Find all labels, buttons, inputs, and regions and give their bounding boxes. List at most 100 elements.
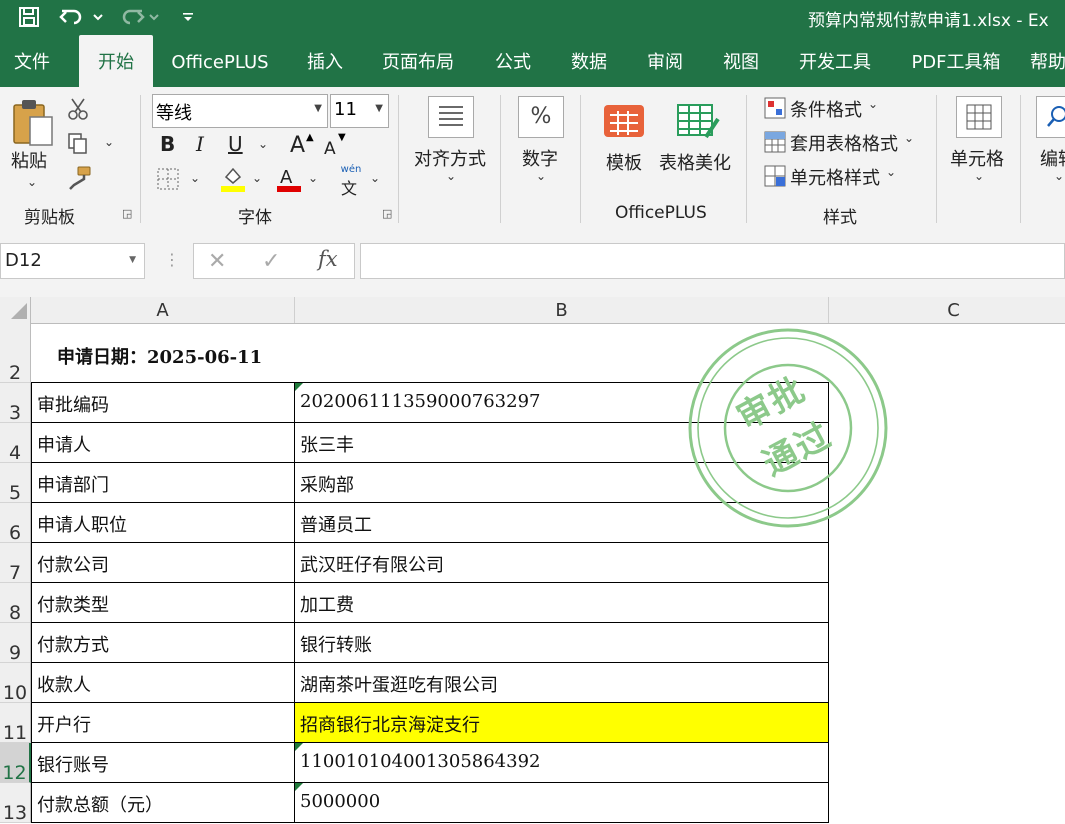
- cancel-icon[interactable]: ✕: [208, 249, 226, 274]
- underline-button[interactable]: U: [228, 132, 243, 156]
- row-header[interactable]: 2: [0, 323, 31, 384]
- tab-officeplus[interactable]: OfficePLUS: [160, 35, 280, 87]
- column-header-c[interactable]: C: [829, 297, 1065, 323]
- font-name-select[interactable]: 等线 ▼: [152, 94, 328, 128]
- row-header[interactable]: 4: [0, 423, 31, 464]
- drag-handle-icon[interactable]: ⋮: [164, 250, 180, 269]
- cells-icon[interactable]: [956, 96, 1002, 138]
- tab-developer[interactable]: 开发工具: [786, 35, 884, 87]
- font-color-dropdown-icon[interactable]: ⌄: [308, 171, 318, 185]
- decrease-font-button[interactable]: A: [324, 139, 336, 159]
- redo-icon[interactable]: [114, 5, 164, 29]
- cell-value[interactable]: 5000000: [295, 783, 829, 823]
- row-header[interactable]: 13: [0, 783, 31, 824]
- row-header[interactable]: 12: [0, 743, 31, 784]
- tab-view[interactable]: 视图: [708, 35, 774, 87]
- cell-value[interactable]: 银行转账: [295, 623, 829, 663]
- enter-icon[interactable]: ✓: [262, 249, 280, 274]
- table-beautify-button[interactable]: 表格美化: [659, 149, 731, 175]
- cell-label[interactable]: 申请人职位: [31, 503, 295, 543]
- tab-page-layout[interactable]: 页面布局: [372, 35, 464, 87]
- tab-review[interactable]: 审阅: [632, 35, 698, 87]
- number-dropdown-icon[interactable]: ⌄: [536, 169, 546, 183]
- phonetic-dropdown-icon[interactable]: ⌄: [370, 171, 380, 185]
- cut-icon[interactable]: [66, 97, 90, 121]
- cell-label[interactable]: 审批编码: [31, 383, 295, 423]
- cell-value[interactable]: 110010104001305864392: [295, 743, 829, 783]
- insert-function-icon[interactable]: fx: [318, 247, 338, 271]
- cell-label[interactable]: 申请人: [31, 423, 295, 463]
- row-header[interactable]: 8: [0, 583, 31, 624]
- select-all-button[interactable]: [0, 297, 31, 323]
- tab-insert[interactable]: 插入: [290, 35, 360, 87]
- font-color-icon[interactable]: A: [276, 165, 302, 193]
- clipboard-launcher-icon[interactable]: ◲: [122, 208, 134, 220]
- save-icon[interactable]: [14, 5, 44, 29]
- search-icon[interactable]: [1036, 96, 1065, 138]
- paste-button[interactable]: 粘贴: [11, 147, 47, 173]
- tab-data[interactable]: 数据: [556, 35, 622, 87]
- number-format-icon[interactable]: %: [518, 96, 564, 138]
- column-header-b[interactable]: B: [295, 297, 829, 323]
- format-as-table-button[interactable]: 套用表格格式: [790, 130, 898, 156]
- copy-dropdown-icon[interactable]: ⌄: [104, 135, 114, 149]
- alignment-button[interactable]: 对齐方式: [414, 145, 486, 171]
- row-header[interactable]: 11: [0, 703, 31, 744]
- row-header[interactable]: 3: [0, 383, 31, 424]
- copy-icon[interactable]: [66, 131, 90, 155]
- name-box[interactable]: D12 ▼: [0, 243, 145, 279]
- editing-button[interactable]: 编辑: [1040, 145, 1065, 171]
- bold-button[interactable]: B: [160, 132, 175, 156]
- cell-label[interactable]: 申请部门: [31, 463, 295, 503]
- formula-input[interactable]: [360, 243, 1065, 279]
- tab-formulas[interactable]: 公式: [480, 35, 546, 87]
- increase-font-button[interactable]: A: [290, 133, 305, 158]
- cell-styles-dropdown-icon[interactable]: ⌄: [886, 165, 896, 179]
- tab-pdf-tools[interactable]: PDF工具箱: [900, 35, 1012, 87]
- paste-icon[interactable]: [10, 97, 58, 147]
- cell-value[interactable]: 加工费: [295, 583, 829, 623]
- cells-button[interactable]: 单元格: [950, 145, 1004, 171]
- format-as-table-dropdown-icon[interactable]: ⌄: [904, 131, 914, 145]
- template-button[interactable]: 模板: [606, 149, 642, 175]
- tab-file[interactable]: 文件: [0, 35, 64, 87]
- cell-styles-button[interactable]: 单元格样式: [790, 164, 880, 190]
- cell-value[interactable]: 湖南茶叶蛋逛吃有限公司: [295, 663, 829, 703]
- alignment-icon[interactable]: [428, 96, 474, 138]
- fill-color-dropdown-icon[interactable]: ⌄: [252, 171, 262, 185]
- fill-color-icon[interactable]: [220, 165, 246, 193]
- tab-home[interactable]: 开始: [79, 35, 153, 87]
- cell-label[interactable]: 收款人: [31, 663, 295, 703]
- cell-value[interactable]: 招商银行北京海淀支行: [295, 703, 829, 743]
- number-button[interactable]: 数字: [522, 145, 558, 171]
- conditional-format-icon[interactable]: [764, 97, 786, 119]
- underline-dropdown-icon[interactable]: ⌄: [258, 137, 268, 151]
- alignment-dropdown-icon[interactable]: ⌄: [446, 169, 456, 183]
- row-header[interactable]: 10: [0, 663, 31, 704]
- format-painter-icon[interactable]: [66, 165, 92, 191]
- template-icon[interactable]: [602, 101, 646, 139]
- row-header[interactable]: 7: [0, 543, 31, 584]
- phonetic-button[interactable]: 文: [341, 175, 357, 199]
- customize-toolbar-icon[interactable]: [178, 5, 198, 29]
- borders-icon[interactable]: [156, 167, 180, 191]
- table-beautify-icon[interactable]: [676, 101, 720, 141]
- cell-label[interactable]: 开户行: [31, 703, 295, 743]
- undo-icon[interactable]: [56, 5, 106, 29]
- cell-styles-icon[interactable]: [764, 165, 786, 187]
- column-header-a[interactable]: A: [31, 297, 295, 323]
- cell-value[interactable]: 武汉旺仔有限公司: [295, 543, 829, 583]
- italic-button[interactable]: I: [196, 132, 204, 156]
- row-header[interactable]: 5: [0, 463, 31, 504]
- cell-label[interactable]: 付款方式: [31, 623, 295, 663]
- cell-label[interactable]: 银行账号: [31, 743, 295, 783]
- row-header[interactable]: 9: [0, 623, 31, 664]
- paste-dropdown-icon[interactable]: ⌄: [27, 175, 37, 189]
- cell-label[interactable]: 付款公司: [31, 543, 295, 583]
- format-as-table-icon[interactable]: [764, 131, 786, 153]
- font-size-select[interactable]: 11 ▼: [330, 94, 389, 128]
- cell-label[interactable]: 付款总额（元）: [31, 783, 295, 823]
- tab-help[interactable]: 帮助: [1030, 35, 1065, 87]
- conditional-format-dropdown-icon[interactable]: ⌄: [868, 97, 878, 111]
- editing-dropdown-icon[interactable]: ⌄: [1054, 169, 1064, 183]
